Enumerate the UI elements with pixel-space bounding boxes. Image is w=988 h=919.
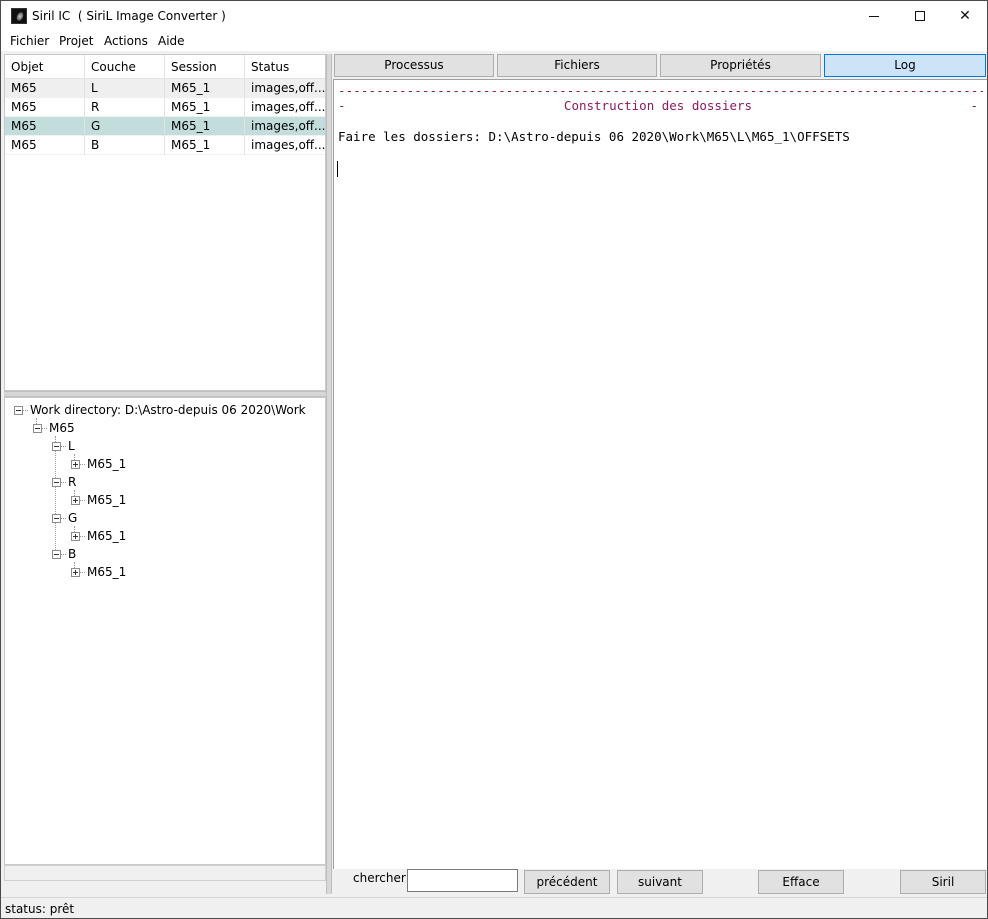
expand-icon[interactable]: [71, 532, 80, 541]
maximize-icon: [915, 11, 925, 21]
tree-node-session[interactable]: M65_1: [87, 528, 126, 544]
clear-button[interactable]: Efface: [758, 870, 844, 894]
table-header: Objet Couche Session Status: [5, 55, 325, 79]
tree-node-layer-r[interactable]: R: [68, 474, 76, 490]
tree-horizontal-scrollbar[interactable]: [4, 865, 326, 881]
tree-connector: [55, 436, 56, 556]
cell-objet: M65: [5, 79, 85, 98]
cell-couche: G: [85, 117, 165, 136]
siril-button[interactable]: Siril: [900, 870, 986, 894]
tree-node-layer-g[interactable]: G: [68, 510, 77, 526]
log-title-dash-left: -: [338, 98, 346, 113]
cell-status: images,off...: [251, 81, 325, 95]
status-text: status: prêt: [5, 902, 75, 916]
tab-processus[interactable]: Processus: [334, 54, 494, 77]
layers-table: Objet Couche Session Status M65 L M65_1 …: [4, 54, 326, 391]
log-text-area[interactable]: ----------------------------------------…: [333, 79, 987, 869]
tree-node-layer-b[interactable]: B: [68, 546, 76, 562]
cell-couche: L: [85, 79, 165, 98]
vertical-splitter[interactable]: [326, 54, 332, 894]
tree-node-session[interactable]: M65_1: [87, 492, 126, 508]
menu-projet[interactable]: Projet: [59, 34, 93, 48]
collapse-icon[interactable]: [33, 424, 42, 433]
tree-node-object[interactable]: M65: [49, 420, 75, 436]
cell-status: images,off...: [251, 138, 325, 152]
cell-couche: B: [85, 136, 165, 155]
expand-icon[interactable]: [71, 496, 80, 505]
log-separator: ----------------------------------------…: [338, 83, 983, 98]
cell-objet: M65: [5, 117, 85, 136]
cell-objet: M65: [5, 136, 85, 155]
search-label: chercher:: [353, 871, 410, 885]
collapse-icon[interactable]: [52, 514, 61, 523]
tree-node-layer-l[interactable]: L: [68, 438, 75, 454]
close-icon: ✕: [959, 8, 971, 24]
tree-node-session[interactable]: M65_1: [87, 564, 126, 580]
column-header-status[interactable]: Status: [245, 55, 325, 79]
cell-couche: R: [85, 98, 165, 117]
window-title: Siril IC ( SiriL Image Converter ): [32, 9, 226, 23]
table-row[interactable]: M65 B M65_1 images,off...: [5, 136, 325, 155]
menu-bar: Fichier Projet Actions Aide: [1, 31, 987, 51]
tab-log[interactable]: Log: [824, 54, 986, 77]
minimize-button[interactable]: [851, 1, 897, 31]
title-bar: Siril IC ( SiriL Image Converter ) ✕: [1, 1, 987, 31]
work-directory-tree: Work directory: D:\Astro-depuis 06 2020\…: [4, 397, 326, 865]
siril-app-icon: [11, 8, 27, 24]
close-button[interactable]: ✕: [942, 1, 988, 31]
main-window: Siril IC ( SiriL Image Converter ) ✕ Fic…: [0, 0, 988, 919]
cell-session: M65_1: [165, 98, 245, 117]
collapse-icon[interactable]: [52, 550, 61, 559]
table-row[interactable]: M65 R M65_1 images,off...: [5, 98, 325, 117]
tree-node-session[interactable]: M65_1: [87, 456, 126, 472]
menu-actions[interactable]: Actions: [104, 34, 148, 48]
tab-fichiers[interactable]: Fichiers: [497, 54, 657, 77]
minimize-icon: [869, 15, 879, 17]
table-row[interactable]: M65 L M65_1 images,off...: [5, 79, 325, 98]
cell-status: images,off...: [251, 100, 325, 114]
previous-button[interactable]: précédent: [524, 870, 610, 894]
table-row-selected[interactable]: M65 G M65_1 images,off...: [5, 117, 325, 136]
cell-session: M65_1: [165, 136, 245, 155]
log-title-dash-right: -: [970, 98, 978, 113]
cell-status: images,off...: [251, 119, 325, 133]
collapse-icon[interactable]: [52, 478, 61, 487]
tree-node-root[interactable]: Work directory: D:\Astro-depuis 06 2020\…: [30, 402, 306, 418]
cell-session: M65_1: [165, 79, 245, 98]
column-header-objet[interactable]: Objet: [5, 55, 85, 79]
menu-aide[interactable]: Aide: [158, 34, 185, 48]
collapse-icon[interactable]: [14, 406, 23, 415]
maximize-button[interactable]: [897, 1, 943, 31]
menu-fichier[interactable]: Fichier: [10, 34, 49, 48]
column-header-session[interactable]: Session: [165, 55, 245, 79]
cell-objet: M65: [5, 98, 85, 117]
collapse-icon[interactable]: [52, 442, 61, 451]
log-line: Faire les dossiers: D:\Astro-depuis 06 2…: [338, 129, 850, 144]
cell-session: M65_1: [165, 117, 245, 136]
text-caret: [337, 161, 338, 177]
expand-icon[interactable]: [71, 460, 80, 469]
next-button[interactable]: suivant: [617, 870, 703, 894]
log-title: Construction des dossiers: [563, 98, 753, 113]
status-bar: status: prêt: [1, 897, 987, 918]
expand-icon[interactable]: [71, 568, 80, 577]
tab-proprietes[interactable]: Propriétés: [660, 54, 821, 77]
column-header-couche[interactable]: Couche: [85, 55, 165, 79]
search-input[interactable]: [407, 869, 518, 892]
